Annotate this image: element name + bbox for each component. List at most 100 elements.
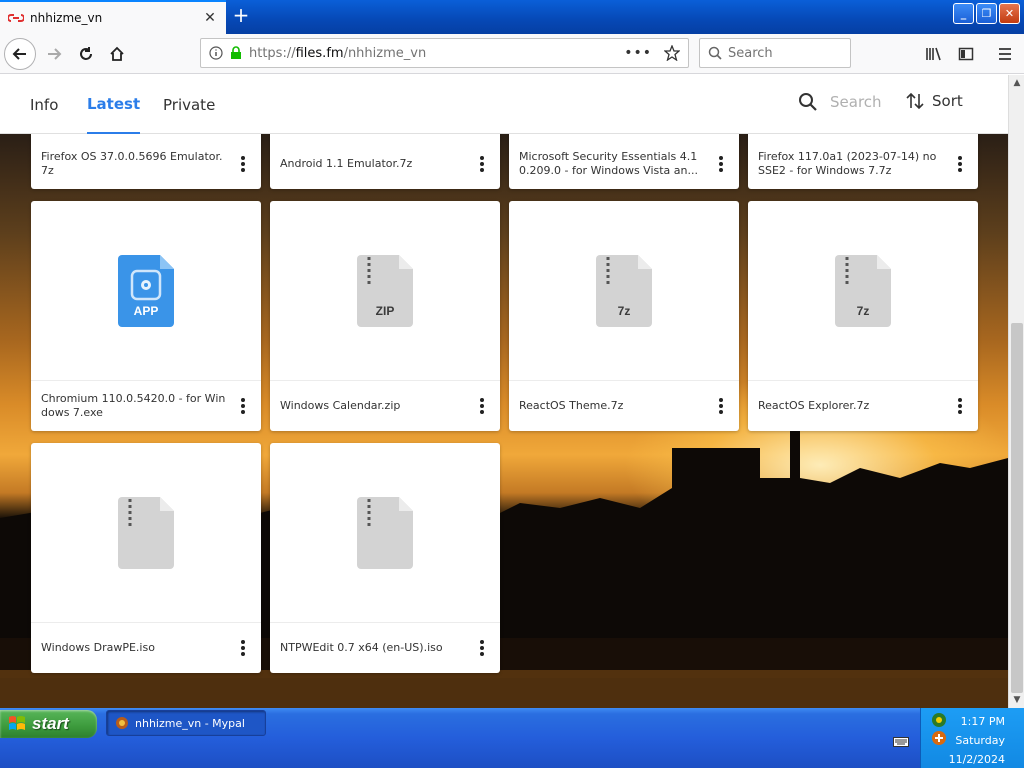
sort-button[interactable]: Sort [906, 92, 963, 110]
more-options-icon[interactable] [715, 154, 727, 174]
file-card[interactable]: NTPWEdit 0.7 x64 (en-US).iso [270, 443, 500, 673]
tab-latest[interactable]: Latest [87, 75, 141, 134]
tab-info[interactable]: Info [30, 75, 58, 134]
home-button[interactable] [101, 38, 133, 70]
file-name: Microsoft Security Essentials 4.10.209.0… [519, 150, 698, 177]
tab-title: nhhizme_vn [30, 11, 103, 25]
page-actions-icon[interactable]: ••• [624, 45, 652, 61]
forward-arrow-icon [48, 48, 62, 60]
clock-time: 1:17 PM [960, 715, 1005, 728]
more-options-icon[interactable] [954, 396, 966, 416]
file-card[interactable]: 7z ReactOS Theme.7z [509, 201, 739, 431]
menu-button[interactable] [991, 38, 1019, 70]
forward-button[interactable] [38, 38, 70, 70]
library-icon [926, 47, 941, 61]
reload-icon [80, 47, 92, 60]
browser-search-box[interactable] [699, 38, 851, 68]
zip-icon-label: ZIP [375, 303, 395, 318]
more-options-icon[interactable] [476, 154, 488, 174]
file-thumbnail[interactable]: ZIP [270, 201, 500, 381]
back-arrow-icon [12, 48, 26, 60]
archive-7z-icon: 7z [596, 254, 652, 327]
url-text: https://files.fm/nhhizme_vn [249, 46, 624, 61]
file-name: Firefox OS 37.0.0.5696 Emulator.7z [41, 150, 223, 177]
files-header: Info Latest Private Search Sort [0, 75, 1008, 134]
start-button[interactable]: start [0, 710, 97, 738]
archive-icon [118, 496, 174, 569]
file-name: Chromium 110.0.5420.0 - for Windows 7.ex… [41, 392, 226, 419]
bookmark-star-icon[interactable] [664, 45, 680, 61]
minimize-icon[interactable]: _ [953, 3, 974, 24]
more-options-icon[interactable] [476, 396, 488, 416]
more-options-icon[interactable] [715, 396, 727, 416]
page-content: Info Latest Private Search Sort Firefox … [0, 75, 1008, 708]
file-thumbnail[interactable]: 7z [748, 201, 978, 381]
close-window-icon[interactable]: ✕ [999, 3, 1020, 24]
more-options-icon[interactable] [237, 154, 249, 174]
more-options-icon[interactable] [237, 396, 249, 416]
info-icon[interactable] [209, 46, 223, 60]
app-icon-label: APP [133, 303, 159, 318]
new-tab-icon[interactable]: + [230, 5, 252, 27]
system-tray: 1:17 PM Saturday 11/2/2024 [920, 708, 1024, 768]
keyboard-icon[interactable] [893, 732, 909, 751]
more-options-icon[interactable] [237, 638, 249, 658]
clock-day: Saturday [955, 734, 1005, 747]
page-scrollbar[interactable]: ▲ ▼ [1008, 75, 1024, 708]
file-name: Windows DrawPE.iso [41, 641, 155, 654]
clock[interactable]: 1:17 PM Saturday 11/2/2024 [921, 712, 1024, 768]
address-bar[interactable]: https://files.fm/nhhizme_vn ••• [200, 38, 689, 68]
file-name: NTPWEdit 0.7 x64 (en-US).iso [280, 641, 443, 654]
file-card[interactable]: ZIP Windows Calendar.zip [270, 201, 500, 431]
windows-logo-icon [9, 716, 25, 730]
scrollbar-thumb[interactable] [1011, 323, 1023, 693]
files-fm-favicon-icon [8, 10, 24, 26]
taskbar-window-label: nhhizme_vn - Mypal [135, 716, 245, 730]
restore-icon[interactable]: ❐ [976, 3, 997, 24]
url-scheme: https:// [249, 45, 296, 61]
file-thumbnail[interactable] [270, 443, 500, 623]
lock-icon[interactable] [229, 46, 243, 60]
search-icon [799, 93, 817, 111]
browser-tab[interactable]: nhhizme_vn ✕ [0, 0, 226, 34]
scroll-down-icon[interactable]: ▼ [1009, 692, 1024, 708]
file-thumbnail[interactable]: 7z [509, 201, 739, 381]
mypal-app-icon [116, 717, 128, 729]
sort-arrows-icon [906, 92, 924, 110]
navigation-toolbar: https://files.fm/nhhizme_vn ••• [0, 34, 1024, 74]
sidebar-button[interactable] [952, 38, 980, 70]
url-host: files.fm [295, 45, 344, 61]
back-button[interactable] [4, 38, 36, 70]
file-card[interactable]: APP Chromium 110.0.5420.0 - for Windows … [31, 201, 261, 431]
url-path: /nhhizme_vn [343, 45, 427, 61]
tab-private[interactable]: Private [163, 75, 215, 134]
library-button[interactable] [920, 38, 948, 70]
file-name: Android 1.1 Emulator.7z [280, 157, 413, 170]
reload-button[interactable] [70, 38, 102, 70]
file-name: ReactOS Explorer.7z [758, 399, 870, 412]
start-label: start [32, 714, 69, 733]
file-thumbnail[interactable] [31, 443, 261, 623]
7z-icon-label: 7z [856, 303, 870, 318]
more-options-icon[interactable] [476, 638, 488, 658]
more-options-icon[interactable] [954, 154, 966, 174]
files-search-placeholder: Search [830, 93, 882, 111]
app-icon: APP [118, 254, 174, 327]
close-tab-icon[interactable]: ✕ [202, 10, 218, 26]
file-name: Windows Calendar.zip [280, 399, 401, 412]
home-icon [110, 46, 124, 61]
file-name: ReactOS Theme.7z [519, 399, 624, 412]
archive-zip-icon: ZIP [357, 254, 413, 327]
window-controls: _ ❐ ✕ [953, 3, 1020, 24]
scroll-up-icon[interactable]: ▲ [1009, 75, 1024, 91]
taskbar-window-mypal[interactable]: nhhizme_vn - Mypal [106, 710, 266, 736]
tab-strip: nhhizme_vn ✕ + _ ❐ ✕ [0, 0, 1024, 34]
files-search[interactable]: Search [798, 92, 882, 112]
archive-7z-icon: 7z [835, 254, 891, 327]
file-card[interactable]: 7z ReactOS Explorer.7z [748, 201, 978, 431]
browser-search-input[interactable] [728, 45, 838, 61]
file-card[interactable]: Windows DrawPE.iso [31, 443, 261, 673]
file-name: Firefox 117.0a1 (2023-07-14) no SSE2 - f… [758, 150, 937, 177]
file-thumbnail[interactable]: APP [31, 201, 261, 381]
sort-label: Sort [932, 92, 963, 110]
